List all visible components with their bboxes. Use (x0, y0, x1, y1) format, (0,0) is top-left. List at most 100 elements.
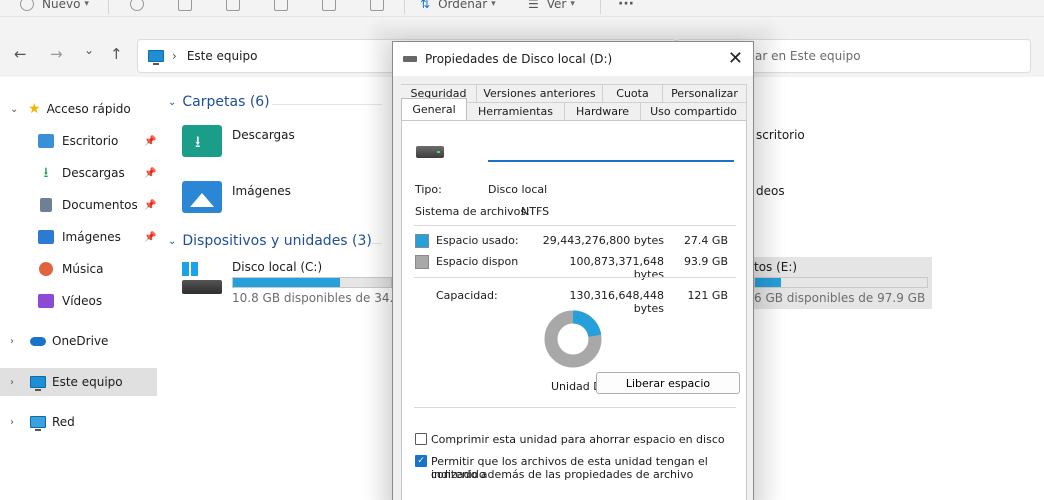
more-icon: ··· (618, 0, 634, 12)
pin-icon[interactable]: 📌 (144, 200, 156, 211)
recent-locations-icon[interactable]: ⌄ (84, 43, 94, 57)
copy-button[interactable] (178, 0, 192, 14)
filesystem-value: NTFS (521, 205, 550, 218)
close-icon[interactable]: ✕ (728, 48, 743, 69)
view-label: Ver (546, 0, 567, 11)
chevron-right-icon[interactable]: › (10, 336, 24, 347)
sidebar-item-label: Imágenes (62, 230, 121, 244)
chevron-down-icon: ▾ (570, 0, 575, 9)
tab-sharing[interactable]: Uso compartido (641, 102, 747, 120)
sidebar-item-label: Música (62, 262, 104, 276)
more-options-button[interactable]: ··· (618, 0, 634, 14)
star-icon: ★ (28, 101, 41, 117)
sidebar-item-music[interactable]: Música (0, 255, 157, 283)
section-divider (272, 104, 382, 105)
trash-icon (370, 0, 384, 11)
type-label: Tipo: (415, 183, 442, 196)
toolbar-divider (108, 0, 109, 14)
back-icon[interactable]: ← (14, 45, 27, 63)
plus-icon (20, 0, 34, 11)
document-icon (40, 198, 52, 212)
sidebar-item-desktop[interactable]: Escritorio 📌 (0, 127, 157, 155)
sidebar-item-documents[interactable]: Documentos 📌 (0, 191, 157, 219)
allow-indexing-checkbox[interactable]: ✓ (415, 455, 427, 467)
chevron-down-icon[interactable]: ⌄ (10, 104, 24, 115)
compress-drive-label[interactable]: Comprimir esta unidad para ahorrar espac… (431, 433, 743, 446)
compress-drive-checkbox[interactable] (415, 433, 427, 445)
paste-icon (226, 0, 240, 11)
share-icon (322, 0, 336, 11)
pin-icon[interactable]: 📌 (144, 136, 156, 147)
mountain-icon (190, 193, 214, 207)
type-value: Disco local (488, 183, 548, 196)
forward-icon[interactable]: → (50, 45, 63, 63)
tab-hardware[interactable]: Hardware (565, 102, 641, 120)
drive-free-text-e: 6 GB disponibles de 97.9 GB (754, 291, 926, 305)
sidebar-item-quick-access[interactable]: ⌄ ★ Acceso rápido (0, 95, 157, 123)
allow-indexing-label-line2[interactable]: indizado además de las propiedades de ar… (431, 468, 743, 481)
sort-icon: ⇅ (420, 0, 431, 11)
toolbar-divider (404, 0, 405, 14)
tab-general[interactable]: General (401, 98, 467, 120)
sidebar-item-label: Este equipo (52, 375, 123, 389)
download-icon: ⭳ (43, 165, 49, 181)
computer-icon (30, 376, 46, 391)
tab-row-2: General Herramientas Hardware Uso compar… (401, 98, 747, 120)
dialog-title: Propiedades de Disco local (D:) (425, 52, 613, 66)
view-icon: ☰ (528, 0, 539, 11)
folder-label-pictures[interactable]: Imágenes (232, 184, 291, 198)
delete-button[interactable] (370, 0, 384, 14)
dialog-titlebar[interactable]: Propiedades de Disco local (D:) (393, 42, 753, 76)
chevron-right-icon[interactable]: › (10, 417, 24, 428)
capacity-label: Capacidad: (436, 289, 498, 302)
tab-quota[interactable]: Cuota (603, 84, 663, 102)
drive-icon (182, 280, 222, 294)
share-button[interactable] (322, 0, 336, 14)
folder-label-downloads[interactable]: Descargas (232, 128, 295, 142)
tab-previous-versions[interactable]: Versiones anteriores (477, 84, 603, 102)
cut-button[interactable] (130, 0, 144, 14)
sidebar-item-pictures[interactable]: Imágenes 📌 (0, 223, 157, 251)
sidebar-item-network[interactable]: › Red (0, 408, 157, 436)
devices-group-title: Dispositivos y unidades (3) (182, 233, 372, 249)
tab-customize[interactable]: Personalizar (663, 84, 747, 102)
sidebar-item-label: Documentos (62, 198, 138, 212)
used-space-gb: 27.4 GB (683, 234, 728, 247)
downloads-folder-icon[interactable]: ⭳ (182, 125, 222, 157)
sidebar-item-onedrive[interactable]: › OneDrive (0, 327, 157, 355)
sidebar-item-videos[interactable]: Vídeos (0, 287, 157, 315)
desktop-icon (38, 134, 54, 148)
tab-tools[interactable]: Herramientas (467, 102, 565, 120)
download-icon: ⭳ (195, 132, 201, 151)
pin-icon[interactable]: 📌 (144, 168, 156, 179)
up-icon[interactable]: ↑ (110, 45, 123, 63)
disk-cleanup-button[interactable]: Liberar espacio (596, 372, 740, 394)
disk-usage-donut-chart (544, 310, 602, 368)
chevron-down-icon: ▾ (84, 0, 89, 9)
pictures-folder-icon[interactable] (182, 181, 222, 213)
devices-group-header[interactable]: ⌄ Dispositivos y unidades (3) (168, 233, 372, 249)
new-button[interactable]: Nuevo ▾ (20, 0, 89, 14)
view-button[interactable]: ☰ Ver ▾ (528, 0, 575, 14)
music-icon (39, 262, 53, 276)
sidebar-item-label: Red (52, 415, 75, 429)
pin-icon[interactable]: 📌 (144, 232, 156, 243)
drive-icon (403, 56, 417, 62)
videos-icon (38, 294, 54, 308)
sidebar-item-this-pc[interactable]: › Este equipo (0, 368, 157, 396)
chevron-down-icon: ⌄ (168, 96, 177, 108)
breadcrumb-this-pc[interactable]: Este equipo (187, 49, 258, 63)
folders-group-header[interactable]: ⌄ Carpetas (6) (168, 94, 270, 110)
used-space-label: Espacio usado: (436, 234, 519, 247)
rename-button[interactable] (274, 0, 288, 14)
volume-name-input[interactable] (488, 138, 734, 162)
sort-button[interactable]: ⇅ Ordenar ▾ (420, 0, 496, 14)
paste-button[interactable] (226, 0, 240, 14)
pictures-icon (38, 230, 54, 244)
navigation-pane: ⌄ ★ Acceso rápido Escritorio 📌 ⭳ Descarg… (0, 77, 160, 500)
chevron-right-icon[interactable]: › (10, 377, 24, 388)
windows-logo-icon (182, 262, 198, 276)
divider (414, 407, 736, 408)
free-space-gb: 93.9 GB (683, 255, 728, 268)
sidebar-item-downloads[interactable]: ⭳ Descargas 📌 (0, 159, 157, 187)
